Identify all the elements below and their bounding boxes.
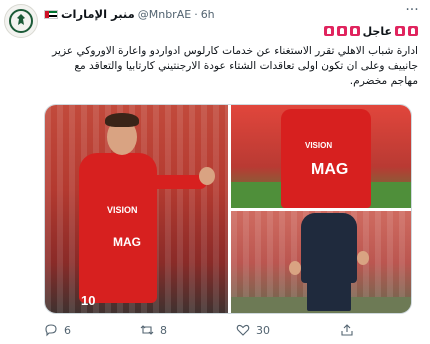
jersey-sponsor-text: MAG (311, 161, 349, 178)
media-grid[interactable]: VISION MAG 10 VISION MAG (44, 104, 412, 314)
header-separator: · (194, 7, 198, 21)
more-icon[interactable]: ··· (404, 3, 420, 18)
jersey-sponsor-text: MAG (113, 235, 141, 249)
like-button[interactable]: 30 (236, 323, 270, 337)
player-hand (199, 167, 215, 185)
retweet-icon (140, 325, 154, 335)
reply-button[interactable]: 6 (44, 323, 71, 337)
photo-player-jersey[interactable]: VISION MAG (231, 105, 411, 208)
falcon-emblem-icon (17, 14, 25, 25)
player-dark-kit (301, 213, 357, 283)
siren-icon (349, 26, 360, 36)
photo-player-walking[interactable] (231, 211, 411, 313)
player-shorts (307, 281, 351, 311)
retweet-button[interactable]: 8 (140, 323, 167, 337)
shirt-number: 10 (81, 293, 96, 308)
player-hand (289, 261, 301, 275)
tweet[interactable]: منبر الإمارات @MnbrAE · 6h ··· عاجل ادار… (0, 0, 430, 344)
tweet-time[interactable]: 6h (201, 8, 215, 21)
breaking-line: عاجل (323, 24, 418, 38)
photo-player-celebrating[interactable]: VISION MAG 10 (45, 105, 228, 313)
player-hair (105, 113, 139, 127)
retweet-count: 8 (160, 323, 167, 337)
siren-icon (323, 26, 334, 36)
author-name[interactable]: منبر الإمارات (61, 7, 135, 21)
reply-count: 6 (64, 323, 71, 337)
uae-flag-icon (44, 9, 58, 19)
jersey-partner-text: VISION (305, 141, 333, 150)
tweet-text: ادارة شباب الاهلي تقرر الاستغناء عن خدما… (52, 45, 418, 87)
siren-icon (395, 26, 405, 36)
breaking-label: عاجل (362, 24, 392, 38)
like-icon (236, 324, 250, 336)
siren-icon (336, 26, 347, 36)
player-jersey (281, 109, 371, 208)
share-icon (341, 324, 353, 336)
player-jersey (79, 153, 157, 303)
jersey-partner-text: VISION (107, 205, 138, 215)
avatar[interactable] (4, 4, 38, 38)
action-bar: 6 8 30 (44, 322, 424, 338)
share-button[interactable] (340, 323, 354, 337)
author-handle[interactable]: @MnbrAE (138, 8, 191, 21)
reply-icon (45, 324, 57, 337)
like-count: 30 (256, 323, 270, 337)
tweet-header: منبر الإمارات @MnbrAE · 6h (44, 6, 215, 22)
player-hand (357, 251, 369, 265)
siren-icon (408, 26, 418, 36)
